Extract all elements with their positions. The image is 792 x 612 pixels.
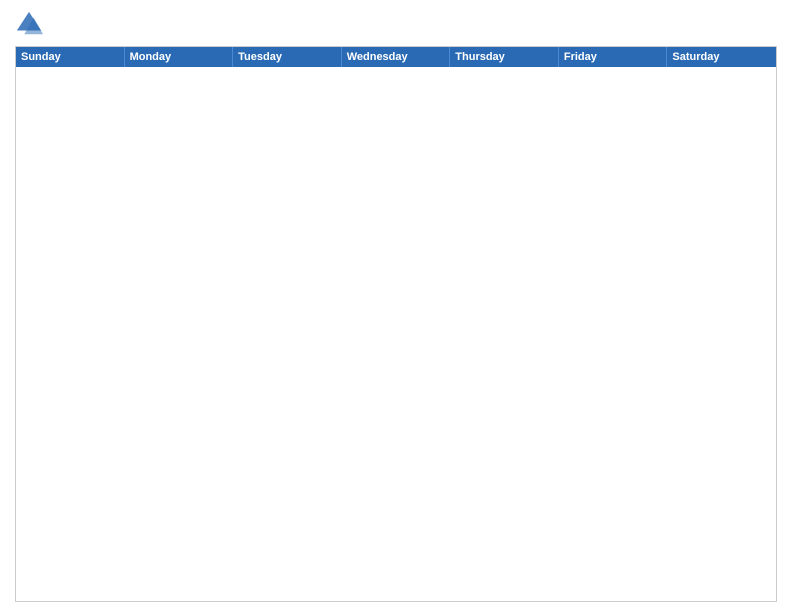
calendar-header-tuesday: Tuesday [233, 47, 342, 67]
calendar-header-sunday: Sunday [16, 47, 125, 67]
calendar-header-wednesday: Wednesday [342, 47, 451, 67]
page-header [15, 10, 777, 38]
calendar: SundayMondayTuesdayWednesdayThursdayFrid… [15, 46, 777, 602]
logo [15, 10, 47, 38]
calendar-header-monday: Monday [125, 47, 234, 67]
calendar-header-friday: Friday [559, 47, 668, 67]
calendar-body [16, 67, 776, 601]
calendar-header: SundayMondayTuesdayWednesdayThursdayFrid… [16, 47, 776, 67]
calendar-header-thursday: Thursday [450, 47, 559, 67]
logo-icon [15, 10, 43, 38]
calendar-header-saturday: Saturday [667, 47, 776, 67]
